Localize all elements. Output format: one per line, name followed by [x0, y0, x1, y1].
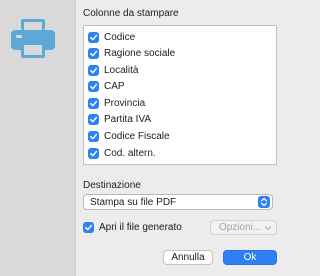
- checkbox[interactable]: [88, 131, 99, 142]
- options-button[interactable]: Opzioni...: [210, 220, 277, 235]
- printer-icon: [11, 19, 55, 58]
- list-item-label: Località: [104, 65, 139, 76]
- list-item[interactable]: Ragione sociale: [88, 46, 175, 61]
- list-item-label: Ragione sociale: [104, 48, 176, 59]
- list-item[interactable]: Codice Fiscale: [88, 129, 170, 144]
- checkmark-icon: [90, 34, 98, 41]
- checkmark-icon: [90, 133, 98, 140]
- checkbox[interactable]: [88, 65, 99, 76]
- checkbox[interactable]: [88, 81, 99, 92]
- cancel-button[interactable]: Annulla: [163, 250, 213, 265]
- checkmark-icon: [90, 67, 98, 74]
- print-dialog: Colonne da stampare Codice Ragione socia…: [0, 0, 285, 276]
- columns-section-title: Colonne da stampare: [83, 8, 179, 19]
- list-item[interactable]: Partita IVA: [88, 112, 151, 127]
- open-file-checkbox[interactable]: [83, 222, 94, 233]
- list-item-label: Cod. altern.: [104, 148, 156, 159]
- checkmark-icon: [90, 116, 98, 123]
- list-item-label: Partita IVA: [104, 114, 152, 125]
- list-item-label: CAP: [104, 81, 125, 92]
- checkbox[interactable]: [88, 48, 99, 59]
- checkmark-icon: [90, 150, 98, 157]
- checkbox[interactable]: [88, 98, 99, 109]
- list-item[interactable]: Località: [88, 63, 138, 78]
- sidebar: [0, 0, 76, 276]
- checkbox[interactable]: [88, 32, 99, 43]
- destination-section-title: Destinazione: [83, 180, 141, 191]
- list-item-label: Codice: [104, 32, 136, 43]
- list-item[interactable]: Codice: [88, 30, 135, 45]
- checkmark-icon: [90, 50, 98, 57]
- checkmark-icon: [90, 83, 98, 90]
- checkmark-icon: [85, 224, 93, 231]
- destination-select[interactable]: Stampa su file PDF: [83, 194, 273, 210]
- columns-list[interactable]: Codice Ragione sociale Località CAP Prov…: [83, 25, 277, 165]
- open-file-row[interactable]: Apri il file generato: [83, 222, 182, 233]
- checkbox[interactable]: [88, 114, 99, 125]
- list-item[interactable]: CAP: [88, 79, 125, 94]
- list-item[interactable]: Provincia: [88, 96, 145, 111]
- open-file-label: Apri il file generato: [99, 222, 182, 233]
- list-item[interactable]: Cod. altern.: [88, 146, 156, 161]
- list-item-label: Provincia: [104, 98, 146, 109]
- updown-chevron-icon: [258, 196, 270, 208]
- checkmark-icon: [90, 100, 98, 107]
- ok-button[interactable]: Ok: [223, 250, 277, 265]
- list-item-label: Codice Fiscale: [104, 131, 170, 142]
- destination-select-value: Stampa su file PDF: [90, 196, 177, 208]
- chevron-down-icon: [264, 226, 272, 231]
- checkbox[interactable]: [88, 148, 99, 159]
- options-button-label: Opzioni...: [219, 222, 262, 233]
